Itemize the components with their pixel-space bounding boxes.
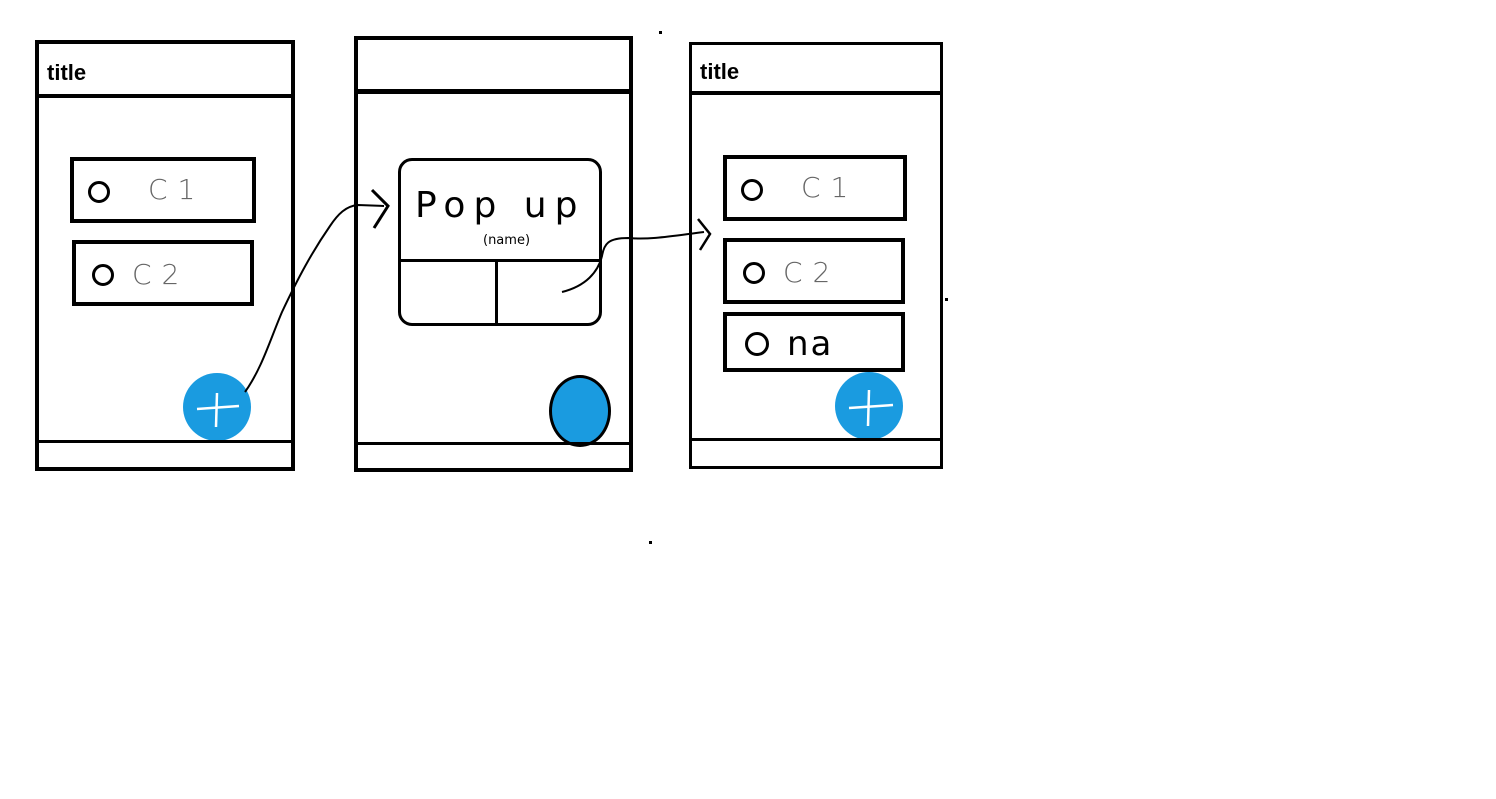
radio-icon[interactable] [745,332,769,356]
add-fab-button[interactable] [835,372,903,440]
bottom-bar [358,442,629,468]
bottom-bar [39,440,291,467]
list-item[interactable]: C2 [723,238,905,304]
add-fab-button[interactable] [183,373,251,441]
title-bar [358,40,629,94]
title-bar: title [692,45,940,95]
item-label: C1 [148,173,206,206]
screen-title: title [700,59,740,84]
item-label: C2 [132,258,190,291]
popup-dialog: Pop up (name) [398,158,602,326]
item-label: C1 [801,171,859,204]
radio-icon[interactable] [88,181,110,203]
list-item[interactable]: C1 [70,157,256,223]
list-item[interactable]: C1 [723,155,907,221]
screen-title: title [47,60,87,85]
list-item[interactable]: na [723,312,905,372]
radio-icon[interactable] [92,264,114,286]
plus-icon [196,392,240,428]
plus-icon [848,389,894,427]
title-bar: title [39,44,291,98]
stray-mark [945,298,948,301]
bottom-bar [692,438,940,466]
popup-right-button[interactable] [498,262,602,326]
radio-icon[interactable] [741,179,763,201]
list-item[interactable]: C2 [72,240,254,306]
fab-button[interactable] [549,375,611,447]
popup-left-button[interactable] [401,262,496,326]
stray-mark [659,31,662,34]
item-label: na [787,324,834,364]
item-label: C2 [783,256,841,289]
popup-subtitle: (name) [483,233,531,248]
radio-icon[interactable] [743,262,765,284]
screen-3: title C1 C2 na [689,42,943,469]
screen-1: title C1 C2 [35,40,295,471]
popup-title: Pop up [415,185,586,226]
screen-2: Pop up (name) [354,36,633,472]
stray-mark [649,541,652,544]
